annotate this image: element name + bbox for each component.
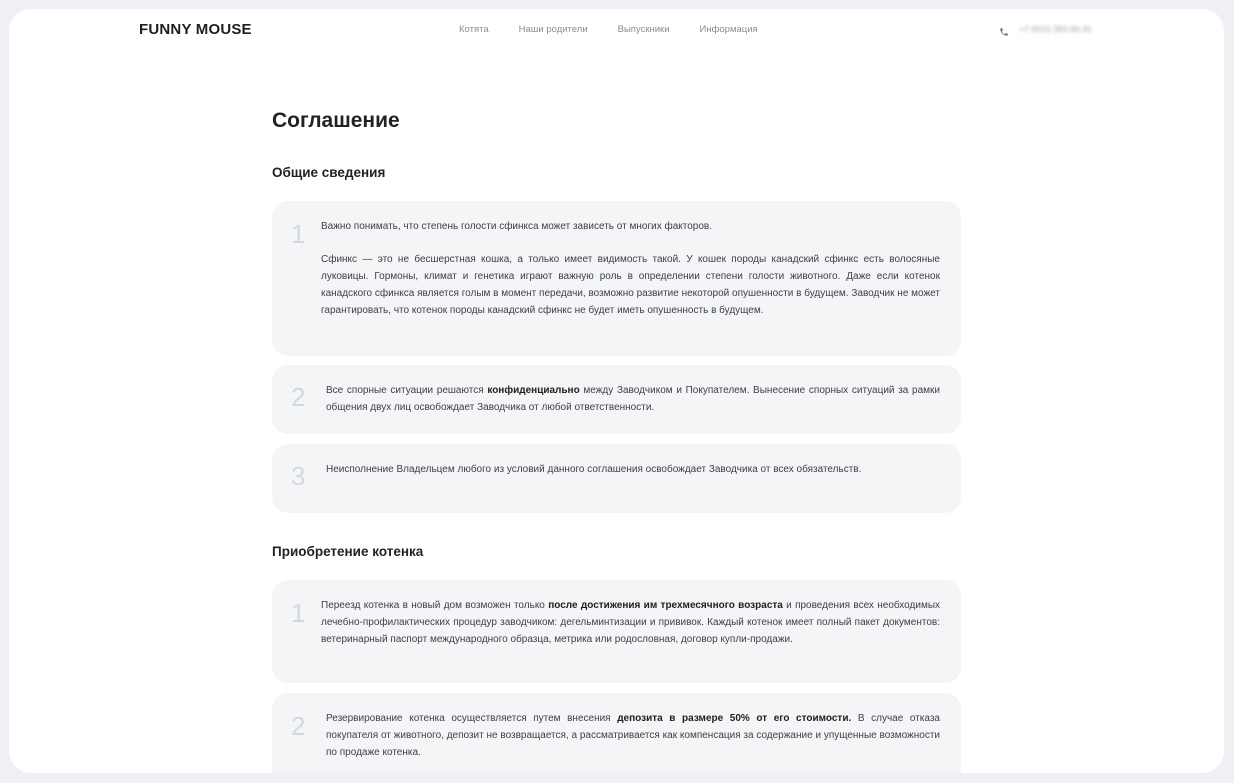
nav-link-graduates[interactable]: Выпускники: [618, 24, 670, 35]
card-number: 3: [291, 461, 306, 491]
site-header: FUNNY MOUSE Котята Наши родители Выпускн…: [9, 9, 1224, 51]
card-text-bold: конфиденциально: [487, 385, 580, 396]
nav-link-kittens[interactable]: Котята: [459, 24, 489, 35]
section-title-general: Общие сведения: [272, 165, 386, 180]
card-number: 2: [291, 382, 306, 412]
site-logo[interactable]: FUNNY MOUSE: [139, 21, 252, 38]
main-nav: Котята Наши родители Выпускники Информац…: [459, 24, 788, 35]
nav-link-parents[interactable]: Наши родители: [519, 24, 588, 35]
card-text-bold: депозита в размере 50% от его стоимости.: [617, 713, 852, 724]
card-paragraph: Сфинкс — это не бесшерстная кошка, а тол…: [321, 254, 940, 316]
page-title: Соглашение: [272, 109, 400, 132]
agreement-card: 1 Переезд котенка в новый дом возможен т…: [272, 580, 961, 683]
card-number: 2: [291, 711, 306, 741]
card-text: Неисполнение Владельцем любого из услови…: [326, 464, 862, 475]
card-paragraph: Важно понимать, что степень голости сфин…: [321, 221, 712, 232]
card-number: 1: [291, 219, 306, 249]
card-text: Переезд котенка в новый дом возможен тол…: [321, 597, 940, 648]
agreement-card: 2 Все спорные ситуации решаются конфиден…: [272, 365, 961, 434]
card-text: Важно понимать, что степень голости сфин…: [321, 218, 940, 319]
card-text-part: Все спорные ситуации решаются: [326, 385, 488, 396]
card-text: Все спорные ситуации решаются конфиденци…: [326, 382, 940, 416]
card-text-part: Переезд котенка в новый дом возможен тол…: [321, 600, 549, 611]
agreement-card: 1 Важно понимать, что степень голости сф…: [272, 201, 961, 356]
phone-number[interactable]: +7 (915) 392-60-31: [1019, 24, 1092, 34]
phone-icon: [999, 24, 1009, 36]
card-text: Резервирование котенка осуществляется пу…: [326, 710, 940, 761]
agreement-card: 2 Резервирование котенка осуществляется …: [272, 693, 961, 773]
card-text-bold: после достижения им трехмесячного возрас…: [548, 600, 783, 611]
agreement-card: 3 Неисполнение Владельцем любого из усло…: [272, 444, 961, 513]
browser-window: FUNNY MOUSE Котята Наши родители Выпускн…: [9, 9, 1224, 773]
card-number: 1: [291, 598, 306, 628]
section-title-purchase: Приобретение котенка: [272, 544, 424, 559]
header-phone[interactable]: +7 (915) 392-60-31: [999, 24, 1092, 36]
nav-link-information[interactable]: Информация: [700, 24, 758, 35]
card-text-part: Резервирование котенка осуществляется пу…: [326, 713, 618, 724]
